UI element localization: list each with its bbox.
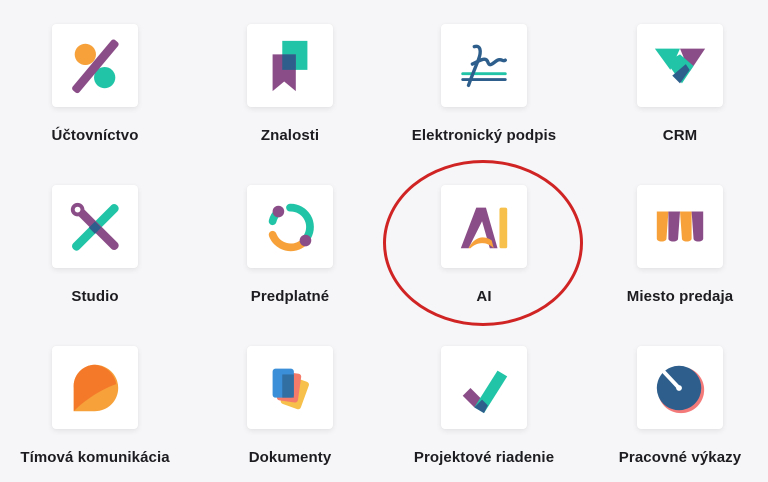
studio-tools-icon: [70, 202, 119, 251]
app-project[interactable]: Projektové riadenie: [394, 346, 574, 466]
app-label: Tímová komunikácia: [20, 449, 170, 466]
app-label: CRM: [662, 127, 698, 144]
app-label: Miesto predaja: [626, 288, 734, 305]
project-checkmark-icon: [462, 370, 508, 413]
app-tile[interactable]: [441, 185, 527, 268]
app-subscription[interactable]: Predplatné: [200, 185, 380, 305]
accounting-icon: [72, 39, 119, 93]
ai-icon: [460, 207, 508, 248]
app-label: Predplatné: [250, 288, 330, 305]
app-ai[interactable]: AI: [394, 185, 574, 305]
team-chat-bubble-icon: [73, 364, 119, 411]
app-tile[interactable]: [637, 185, 723, 268]
app-documents[interactable]: Dokumenty: [200, 346, 380, 466]
app-tile[interactable]: [441, 346, 527, 429]
app-point-of-sale[interactable]: Miesto predaja: [590, 185, 768, 305]
app-label: AI: [476, 288, 492, 305]
signature-icon: [461, 44, 507, 87]
app-studio[interactable]: Studio: [5, 185, 185, 305]
app-tile[interactable]: [247, 24, 333, 107]
app-tile[interactable]: [441, 24, 527, 107]
app-tile[interactable]: [637, 346, 723, 429]
app-timesheets[interactable]: Pracovné výkazy: [590, 346, 768, 466]
app-label: Projektové riadenie: [413, 449, 555, 466]
app-crm[interactable]: CRM: [590, 24, 768, 144]
point-of-sale-awning-icon: [656, 211, 704, 241]
knowledge-icon: [272, 40, 308, 91]
apps-grid: Účtovníctvo Znalosti Elektronický podpis: [0, 0, 768, 482]
subscription-cycle-icon: [268, 203, 314, 251]
app-tile[interactable]: [52, 24, 138, 107]
app-label: Znalosti: [260, 127, 320, 144]
app-tile[interactable]: [52, 185, 138, 268]
app-signature[interactable]: Elektronický podpis: [394, 24, 574, 144]
app-accounting[interactable]: Účtovníctvo: [5, 24, 185, 144]
documents-cards-icon: [272, 368, 309, 409]
app-tile[interactable]: [247, 185, 333, 268]
app-label: Dokumenty: [248, 449, 332, 466]
app-team-chat[interactable]: Tímová komunikácia: [5, 346, 185, 466]
app-tile[interactable]: [52, 346, 138, 429]
timesheet-gauge-icon: [656, 365, 705, 413]
app-label: Pracovné výkazy: [618, 449, 742, 466]
app-label: Studio: [71, 288, 119, 305]
app-label: Účtovníctvo: [51, 127, 139, 144]
app-knowledge[interactable]: Znalosti: [200, 24, 380, 144]
app-tile[interactable]: [637, 24, 723, 107]
app-label: Elektronický podpis: [411, 127, 557, 144]
app-tile[interactable]: [247, 346, 333, 429]
crm-handshake-icon: [654, 48, 706, 83]
